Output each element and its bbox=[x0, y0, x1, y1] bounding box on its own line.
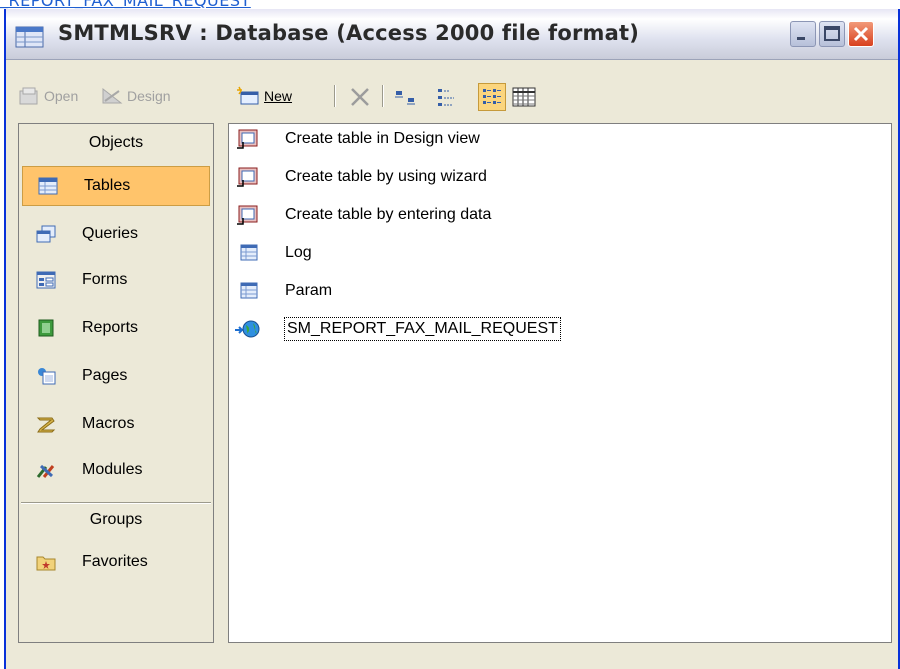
module-icon bbox=[36, 464, 55, 478]
list-item-label: Create table by entering data bbox=[285, 206, 492, 223]
page-icon bbox=[38, 368, 56, 385]
delete-button[interactable] bbox=[346, 83, 374, 111]
sidebar-item-modules[interactable]: Modules bbox=[21, 450, 207, 490]
shortcut-wizard-icon bbox=[237, 167, 258, 187]
list-item[interactable]: Create table in Design view bbox=[235, 124, 480, 154]
new-button[interactable]: New bbox=[236, 83, 292, 109]
sidebar-item-label: Pages bbox=[82, 367, 128, 384]
query-icon bbox=[36, 225, 56, 243]
toolbar-separator bbox=[382, 85, 384, 107]
sidebar-item-pages[interactable]: Pages bbox=[21, 356, 207, 396]
list-view-button[interactable] bbox=[478, 83, 506, 111]
large-icons-button[interactable] bbox=[392, 83, 420, 111]
sidebar-item-queries[interactable]: Queries bbox=[21, 214, 207, 254]
minimize-button[interactable] bbox=[790, 21, 816, 47]
object-list: Create table in Design view Create table… bbox=[228, 123, 892, 643]
sidebar-item-macros[interactable]: Macros bbox=[21, 404, 207, 444]
design-icon bbox=[102, 87, 123, 104]
list-item-label: Create table by using wizard bbox=[285, 168, 487, 185]
sidebar-item-label: Macros bbox=[82, 415, 135, 432]
large-icons-icon bbox=[395, 91, 415, 105]
database-window: SMTMLSRV : Database (Access 2000 file fo… bbox=[4, 9, 900, 669]
sidebar-item-forms[interactable]: Forms bbox=[21, 260, 207, 300]
list-item[interactable]: Create table by using wizard bbox=[235, 162, 487, 192]
sidebar-item-label: Queries bbox=[82, 225, 139, 242]
report-icon bbox=[38, 319, 54, 337]
open-label: Open bbox=[44, 88, 79, 104]
table-icon bbox=[38, 177, 58, 195]
open-icon bbox=[19, 87, 38, 105]
groups-header[interactable]: Groups bbox=[19, 511, 213, 529]
macro-icon bbox=[36, 417, 56, 433]
sidebar-item-label: Favorites bbox=[82, 553, 148, 570]
sidebar-item-label: Forms bbox=[82, 271, 128, 288]
linked-table-globe-icon bbox=[235, 320, 260, 338]
form-icon bbox=[36, 271, 56, 289]
page-heading-partial[interactable]: _REPORT_FAX_MAIL_REQUEST bbox=[0, 0, 900, 9]
small-icons-icon bbox=[438, 89, 454, 106]
table-icon bbox=[240, 282, 258, 299]
objects-header[interactable]: Objects bbox=[19, 134, 213, 152]
sidebar-item-label: Modules bbox=[82, 461, 143, 478]
list-item[interactable]: Log bbox=[235, 238, 312, 268]
sidebar-item-reports[interactable]: Reports bbox=[21, 308, 207, 348]
table-icon bbox=[240, 244, 258, 261]
toolbar-separator bbox=[334, 85, 336, 107]
open-button[interactable]: Open bbox=[18, 83, 78, 109]
details-view-icon bbox=[512, 87, 536, 107]
list-item-label: Param bbox=[285, 282, 333, 299]
list-item[interactable]: Param bbox=[235, 276, 332, 306]
database-toolbar: Open Design New bbox=[6, 79, 898, 115]
sidebar-item-label: Reports bbox=[82, 319, 139, 336]
shortcut-wizard-icon bbox=[237, 129, 258, 149]
sidebar-item-label: Tables bbox=[84, 177, 131, 194]
maximize-icon bbox=[824, 26, 840, 41]
list-view-icon bbox=[483, 89, 501, 104]
list-item-label: Log bbox=[285, 244, 312, 261]
favorites-folder-icon bbox=[36, 556, 56, 571]
list-item-label: SM_REPORT_FAX_MAIL_REQUEST bbox=[284, 317, 561, 341]
close-button[interactable] bbox=[848, 21, 874, 47]
sidebar-divider bbox=[21, 502, 211, 504]
page-heading-link[interactable]: _REPORT_FAX_MAIL_REQUEST bbox=[0, 0, 251, 9]
delete-icon bbox=[351, 88, 369, 106]
details-view-button[interactable] bbox=[510, 83, 538, 111]
close-icon bbox=[853, 26, 869, 42]
list-item[interactable]: Create table by entering data bbox=[235, 200, 491, 230]
list-item-label: Create table in Design view bbox=[285, 130, 480, 147]
minimize-icon bbox=[797, 37, 805, 40]
small-icons-button[interactable] bbox=[434, 83, 462, 111]
title-bar[interactable]: SMTMLSRV : Database (Access 2000 file fo… bbox=[6, 9, 898, 60]
maximize-button[interactable] bbox=[819, 21, 845, 47]
database-window-icon bbox=[15, 26, 44, 48]
new-label: New bbox=[264, 88, 293, 104]
design-button[interactable]: Design bbox=[101, 83, 171, 109]
sidebar-item-tables[interactable]: Tables bbox=[22, 166, 210, 206]
sidebar-item-favorites[interactable]: Favorites bbox=[21, 542, 207, 582]
new-object-icon bbox=[237, 86, 259, 105]
database-content: Objects Tables Queries Forms Reports Pag… bbox=[18, 123, 892, 663]
window-title: SMTMLSRV : Database (Access 2000 file fo… bbox=[58, 21, 640, 45]
objects-bar: Objects Tables Queries Forms Reports Pag… bbox=[18, 123, 214, 643]
design-label: Design bbox=[127, 88, 171, 104]
list-item-selected[interactable]: SM_REPORT_FAX_MAIL_REQUEST bbox=[235, 314, 561, 344]
shortcut-wizard-icon bbox=[237, 205, 258, 225]
